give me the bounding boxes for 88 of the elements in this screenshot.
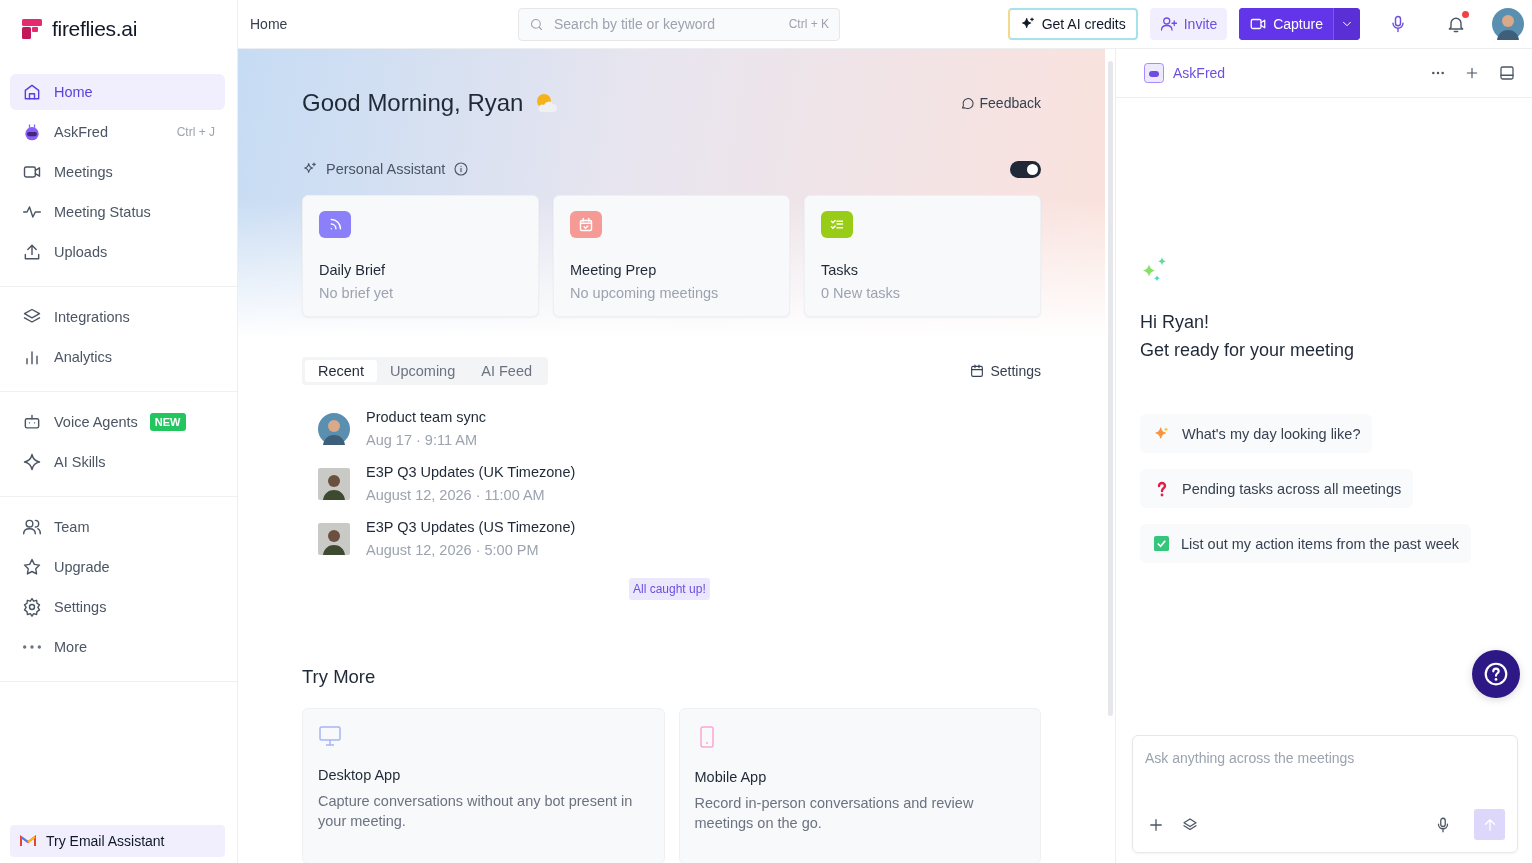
nav-item[interactable]: Uploads	[10, 234, 225, 270]
nav-item[interactable]: Analytics	[10, 339, 225, 375]
avatar	[1492, 8, 1524, 40]
nav-item[interactable]: Upgrade	[10, 549, 225, 585]
promo-card[interactable]: Desktop App Capture conversations without any bot present in your meeting.	[302, 708, 665, 863]
meeting-time: Aug 17 · 9:11 AM	[366, 432, 478, 448]
status-badge: All caught up!	[629, 578, 710, 600]
nav-item[interactable]: Home	[10, 74, 225, 110]
help-button[interactable]	[1472, 650, 1520, 698]
checkbox-icon	[1154, 536, 1169, 551]
chat-greeting: Hi Ryan!	[1140, 311, 1211, 334]
settings-button[interactable]: Settings	[969, 363, 1041, 379]
prompt-suggestion[interactable]: Pending tasks across all meetings	[1140, 469, 1414, 508]
feedback-button[interactable]: Feedback	[959, 95, 1041, 111]
robot-icon	[22, 412, 42, 432]
prompt-suggestion[interactable]: List out my action items from the past week	[1140, 524, 1472, 563]
tab[interactable]: AI Feed	[468, 360, 545, 382]
meeting-title[interactable]: E3P Q3 Updates (US Timezone)	[366, 519, 576, 535]
gear-icon	[22, 597, 42, 617]
calendar-settings-icon	[969, 363, 986, 379]
new-badge: NEW	[149, 413, 186, 431]
tab[interactable]: Recent	[305, 360, 377, 382]
plus-icon	[1464, 65, 1480, 81]
card-subtitle: 0 New tasks	[821, 285, 901, 301]
card-subtitle: No brief yet	[319, 285, 395, 301]
avatar	[318, 412, 350, 445]
meeting-time: August 12, 2026 · 11:00 AM	[366, 487, 546, 503]
nav-item[interactable]: Integrations	[10, 299, 225, 335]
scrollbar[interactable]	[1107, 61, 1113, 716]
card-title: Daily Brief	[319, 262, 387, 278]
add-user-icon	[1159, 15, 1178, 33]
logo-icon	[22, 19, 42, 39]
info-icon	[453, 161, 470, 177]
assistant-label: Personal Assistant	[326, 161, 446, 177]
users-icon	[22, 517, 42, 537]
search-field[interactable]: Search by title or keyword	[552, 15, 781, 33]
mail-icon	[20, 834, 36, 849]
card-title: Desktop App	[318, 767, 402, 783]
home-icon	[22, 82, 42, 102]
help-icon	[1483, 661, 1509, 687]
section-title: Try More	[302, 666, 377, 688]
logo-text: fireflies.ai	[52, 17, 138, 41]
nav-item[interactable]: AskFred Ctrl + J	[10, 114, 225, 150]
email-assistant-button[interactable]: Try Email Assistant	[10, 825, 225, 858]
meeting-title[interactable]: Product team sync	[366, 409, 487, 425]
nav-item[interactable]: Voice Agents NEW	[10, 404, 225, 440]
feature-card[interactable]: Daily Brief No brief yet	[302, 195, 539, 317]
avatar	[318, 467, 350, 500]
promo-card[interactable]: Mobile App Record in-person conversations and review meetings on the go.	[678, 708, 1041, 863]
nav-item[interactable]: AI Skills	[10, 444, 225, 480]
card-title: Meeting Prep	[570, 262, 658, 278]
nav-item[interactable]: Settings	[10, 589, 225, 625]
panel-icon	[1498, 64, 1516, 82]
tab[interactable]: Upcoming	[376, 360, 469, 382]
monitor-icon	[318, 725, 342, 747]
chat-subtitle: Get ready for your meeting	[1140, 339, 1356, 362]
meeting-title[interactable]: E3P Q3 Updates (UK Timezone)	[366, 464, 576, 480]
card-description: Capture conversations without any bot present in your meeting.	[318, 792, 634, 831]
card-title: Mobile App	[694, 769, 768, 785]
card-title: Tasks	[821, 262, 860, 278]
prompt-suggestion[interactable]: What's my day looking like?	[1140, 414, 1373, 453]
more-icon	[23, 645, 41, 649]
card-description: Record in-person conversations and review meetings on the go.	[694, 794, 975, 833]
sparkle-icon	[22, 452, 42, 472]
feature-card[interactable]: Meeting Prep No upcoming meetings	[553, 195, 790, 317]
upload-icon	[22, 242, 42, 262]
shortcut-hint: Ctrl + K	[788, 17, 829, 31]
sparkle-icon	[1154, 425, 1170, 442]
toggle-switch[interactable]	[1010, 160, 1041, 178]
star-icon	[22, 557, 42, 577]
avatar	[318, 522, 350, 555]
nav-item[interactable]: Meeting Status	[10, 194, 225, 230]
robot-icon	[22, 122, 42, 142]
greeting: Good Morning, Ryan	[302, 89, 524, 117]
robot-icon	[1144, 63, 1164, 83]
breadcrumb[interactable]: Home	[250, 16, 518, 32]
nav-item[interactable]: More	[10, 629, 225, 665]
nav-item[interactable]: Meetings	[10, 154, 225, 190]
shortcut-hint: Ctrl + J	[176, 125, 215, 139]
card-subtitle: No upcoming meetings	[570, 285, 720, 301]
nav-item[interactable]: Team	[10, 509, 225, 545]
chat-bubble-icon	[959, 95, 975, 111]
panel-title: AskFred	[1173, 65, 1226, 81]
search-icon	[529, 16, 544, 32]
invite-button[interactable]: Invite	[1149, 8, 1228, 40]
feature-card[interactable]: Tasks 0 New tasks	[804, 195, 1041, 317]
credits-button[interactable]: Get AI credits	[1007, 8, 1138, 40]
meeting-time: August 12, 2026 · 5:00 PM	[366, 542, 540, 558]
